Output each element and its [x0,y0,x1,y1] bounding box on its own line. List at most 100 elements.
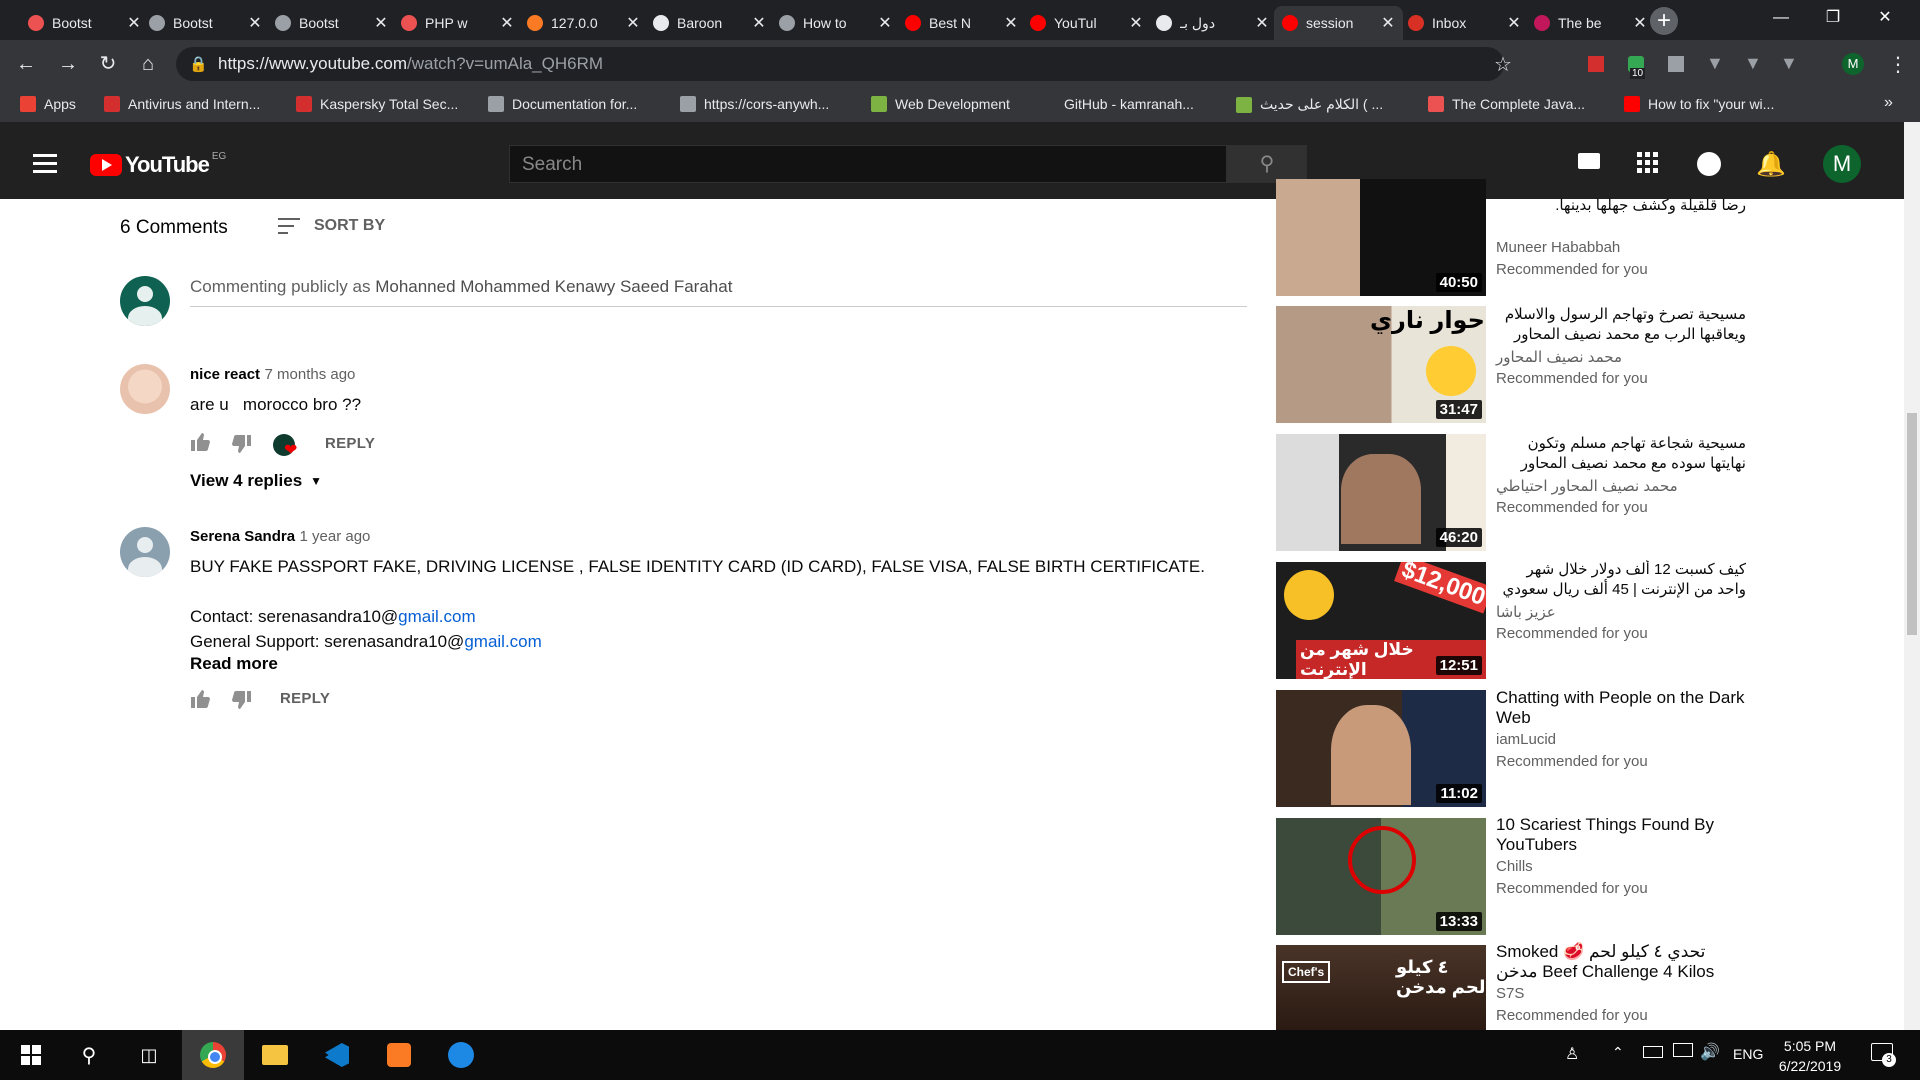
dislike-icon[interactable] [230,690,252,710]
browser-tab[interactable]: Bootst ✕ [141,6,270,40]
video-title[interactable]: كيف كسبت 12 ألف دولار خلال شهر واحد من ا… [1496,560,1746,600]
extension-icon[interactable]: ▼ [1744,53,1762,74]
account-avatar[interactable]: M [1823,145,1861,183]
browser-tab[interactable]: session ✕ [1274,6,1403,40]
hamburger-menu-icon[interactable] [33,154,57,173]
new-tab-button[interactable]: + [1650,7,1678,35]
messages-icon[interactable] [1697,152,1721,176]
view-replies-button[interactable]: View 4 replies ▼ [190,471,322,491]
vscode-icon[interactable] [306,1030,368,1080]
commenter-avatar[interactable] [120,527,170,577]
bookmark-star-icon[interactable]: ☆ [1494,52,1512,77]
minimize-button[interactable]: — [1758,0,1804,36]
people-icon[interactable]: ♙ [1565,1044,1579,1064]
comment-time[interactable]: 7 months ago [265,366,356,383]
close-tab-icon[interactable]: ✕ [500,13,514,33]
video-channel[interactable]: Chills [1496,858,1533,875]
bookmark-item[interactable]: Kaspersky Total Sec... [296,96,458,112]
volume-icon[interactable]: 🔊 [1700,1042,1720,1062]
browser-tab[interactable]: Best N ✕ [897,6,1026,40]
video-thumbnail[interactable]: حوار ناري 31:47 [1276,306,1486,423]
close-tab-icon[interactable]: ✕ [248,13,262,33]
video-title[interactable]: 10 Scariest Things Found By YouTubers [1496,815,1746,855]
browser-tab[interactable]: Baroon ✕ [645,6,774,40]
video-title[interactable]: Chatting with People on the Dark Web [1496,688,1746,728]
video-thumbnail[interactable]: 40:50 [1276,179,1486,296]
like-icon[interactable] [190,689,212,709]
commenter-avatar[interactable] [120,364,170,414]
battery-icon[interactable] [1643,1046,1663,1058]
reply-button[interactable]: REPLY [280,690,330,707]
video-title[interactable]: Smoked 🥩 تحدي ٤ كيلو لحم مدخن Beef Chall… [1496,942,1746,982]
close-tab-icon[interactable]: ✕ [1004,13,1018,33]
network-icon[interactable] [1673,1043,1693,1057]
profile-avatar[interactable]: M [1842,53,1864,75]
close-tab-icon[interactable]: ✕ [1381,13,1395,33]
search-icon[interactable]: ⚲ [58,1030,120,1080]
browser-tab[interactable]: YouTul ✕ [1022,6,1151,40]
tray-chevron-icon[interactable]: ⌃ [1612,1044,1624,1061]
video-channel[interactable]: محمد نصيف المحاور احتياطي [1496,477,1678,495]
close-tab-icon[interactable]: ✕ [878,13,892,33]
video-channel[interactable]: محمد نصيف المحاور [1496,348,1622,366]
scrollbar-thumb[interactable] [1907,413,1917,635]
email-link[interactable]: gmail.com [464,632,541,651]
file-explorer-icon[interactable] [244,1030,306,1080]
close-tab-icon[interactable]: ✕ [1255,13,1269,33]
menu-kebab-icon[interactable]: ⋮ [1888,52,1908,77]
dislike-icon[interactable] [230,434,252,454]
video-title[interactable]: رضا قلقيلة وكشف جهلها بدينها. [1496,196,1746,216]
video-channel[interactable]: Muneer Hababbah [1496,239,1620,256]
search-input[interactable] [509,145,1227,183]
extension-icon[interactable]: ▼ [1780,53,1798,74]
close-tab-icon[interactable]: ✕ [127,13,141,33]
extension-icon[interactable] [1668,56,1684,72]
close-window-button[interactable]: ✕ [1862,0,1908,36]
browser-tab[interactable]: How to ✕ [771,6,900,40]
comment-time[interactable]: 1 year ago [300,528,371,545]
browser-tab[interactable]: PHP w ✕ [393,6,522,40]
messenger-app-icon[interactable] [430,1030,492,1080]
browser-tab[interactable]: Bootst ✕ [267,6,396,40]
url-text[interactable]: https://www.youtube.com/watch?v=umAla_QH… [218,54,603,74]
reply-button[interactable]: REPLY [325,435,375,452]
like-icon[interactable] [190,432,212,452]
bookmark-item[interactable]: https://cors-anywh... [680,96,829,112]
video-thumbnail[interactable]: Chef's ٤ كيلو لحم مدخن [1276,945,1486,1030]
video-thumbnail[interactable]: $12,000 خلال شهر من الإنترنت 12:51 [1276,562,1486,679]
create-video-icon[interactable] [1578,153,1600,169]
bookmark-item[interactable]: GitHub - kamranah... [1040,96,1194,112]
notifications-bell-icon[interactable]: 🔔 [1756,150,1786,179]
pdf-extension-icon[interactable] [1588,56,1604,72]
reload-icon[interactable]: ↻ [94,50,122,78]
chrome-taskbar-icon[interactable] [182,1030,244,1080]
maximize-button[interactable]: ❐ [1810,0,1856,36]
email-link[interactable]: gmail.com [398,607,475,626]
add-comment-input[interactable]: Commenting publicly as Mohanned Mohammed… [190,277,732,297]
xampp-icon[interactable] [368,1030,430,1080]
comment-author[interactable]: nice react [190,366,260,383]
sort-by-button[interactable]: SORT BY [278,217,385,235]
lock-icon[interactable]: 🔒 [189,55,208,73]
clock[interactable]: 5:05 PM 6/22/2019 [1770,1036,1850,1076]
video-channel[interactable]: iamLucid [1496,731,1556,748]
video-title[interactable]: مسيحية شجاعة تهاجم مسلم وتكون نهايتها سو… [1496,434,1746,474]
bookmark-item[interactable]: How to fix "your wi... [1624,96,1774,112]
input-language[interactable]: ENG [1733,1046,1763,1062]
close-tab-icon[interactable]: ✕ [752,13,766,33]
video-channel[interactable]: عزيز باشا [1496,603,1556,621]
home-icon[interactable]: ⌂ [134,50,162,78]
browser-tab[interactable]: Bootst ✕ [20,6,149,40]
close-tab-icon[interactable]: ✕ [1507,13,1521,33]
task-view-icon[interactable]: ◫ [118,1030,180,1080]
forward-icon[interactable]: → [54,50,82,78]
read-more-button[interactable]: Read more [190,654,278,674]
bookmark-item[interactable]: Antivirus and Intern... [104,96,260,112]
video-thumbnail[interactable]: 13:33 [1276,818,1486,935]
windows-start-icon[interactable] [0,1030,62,1080]
video-channel[interactable]: S7S [1496,985,1524,1002]
back-icon[interactable]: ← [12,50,40,78]
more-bookmarks-icon[interactable]: » [1884,94,1893,112]
search-button[interactable]: ⚲ [1227,145,1307,183]
bookmark-item[interactable]: Apps [20,96,76,112]
